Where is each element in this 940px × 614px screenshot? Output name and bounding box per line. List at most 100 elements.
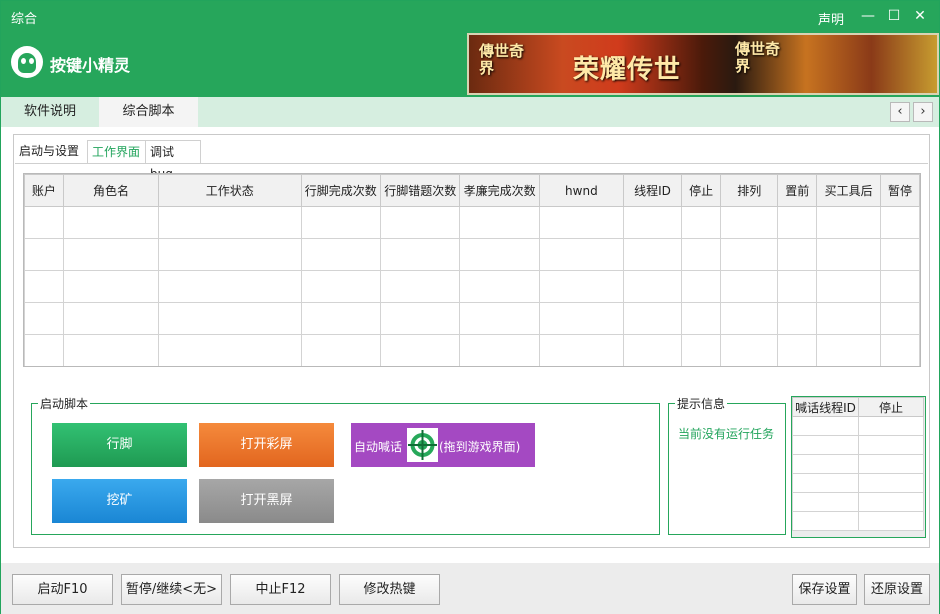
column-header[interactable]: hwnd bbox=[538, 174, 624, 207]
column-header[interactable]: 置前 bbox=[777, 174, 818, 207]
column-header[interactable]: 角色名 bbox=[62, 174, 160, 207]
table-row[interactable] bbox=[792, 416, 924, 436]
table-cell[interactable] bbox=[538, 206, 624, 239]
table-cell[interactable] bbox=[792, 511, 859, 531]
table-cell[interactable] bbox=[792, 435, 859, 455]
table-cell[interactable] bbox=[538, 270, 624, 303]
table-cell[interactable] bbox=[622, 302, 683, 335]
column-header[interactable]: 孝廉完成次数 bbox=[459, 174, 540, 207]
table-cell[interactable] bbox=[379, 302, 461, 335]
table-cell[interactable] bbox=[720, 334, 779, 366]
mine-button[interactable]: 挖矿 bbox=[52, 479, 187, 523]
column-header[interactable]: 喊话线程ID bbox=[792, 397, 859, 417]
column-header[interactable]: 工作状态 bbox=[158, 174, 302, 207]
table-cell[interactable] bbox=[459, 334, 540, 366]
edit-hotkey-button[interactable]: 修改热键 bbox=[339, 574, 440, 605]
table-cell[interactable] bbox=[158, 270, 302, 303]
table-cell[interactable] bbox=[300, 238, 381, 271]
subtab-work-view[interactable]: 工作界面 bbox=[87, 140, 146, 164]
column-header[interactable]: 账户 bbox=[24, 174, 64, 207]
shout-thread-grid[interactable]: 喊话线程ID 停止 bbox=[791, 396, 926, 538]
table-cell[interactable] bbox=[538, 334, 624, 366]
drag-target-handle[interactable] bbox=[407, 428, 438, 462]
table-row[interactable] bbox=[24, 238, 920, 271]
table-row[interactable] bbox=[24, 270, 920, 303]
table-cell[interactable] bbox=[858, 511, 924, 531]
table-cell[interactable] bbox=[816, 238, 882, 271]
table-cell[interactable] bbox=[459, 270, 540, 303]
table-cell[interactable] bbox=[62, 238, 160, 271]
table-cell[interactable] bbox=[858, 416, 924, 436]
table-cell[interactable] bbox=[622, 206, 683, 239]
table-cell[interactable] bbox=[300, 206, 381, 239]
declare-link[interactable]: 声明 bbox=[818, 9, 844, 28]
tab-next-button[interactable]: › bbox=[913, 102, 933, 122]
table-cell[interactable] bbox=[158, 334, 302, 366]
table-row[interactable] bbox=[24, 334, 920, 366]
pause-resume-button[interactable]: 暂停/继续<无> bbox=[121, 574, 222, 605]
save-settings-button[interactable]: 保存设置 bbox=[792, 574, 857, 605]
open-black-screen-button[interactable]: 打开黑屏 bbox=[199, 479, 334, 523]
restore-settings-button[interactable]: 还原设置 bbox=[864, 574, 930, 605]
table-cell[interactable] bbox=[24, 334, 64, 366]
table-cell[interactable] bbox=[300, 334, 381, 366]
table-cell[interactable] bbox=[792, 454, 859, 474]
table-cell[interactable] bbox=[792, 416, 859, 436]
table-cell[interactable] bbox=[622, 270, 683, 303]
tab-prev-button[interactable]: ‹ bbox=[890, 102, 910, 122]
table-cell[interactable] bbox=[24, 206, 64, 239]
column-header[interactable]: 排列 bbox=[720, 174, 779, 207]
table-cell[interactable] bbox=[300, 302, 381, 335]
stop-f12-button[interactable]: 中止F12 bbox=[230, 574, 331, 605]
column-header[interactable]: 暂停 bbox=[880, 174, 920, 207]
column-header[interactable]: 行脚错题次数 bbox=[379, 174, 461, 207]
table-cell[interactable] bbox=[816, 334, 882, 366]
table-cell[interactable] bbox=[681, 238, 722, 271]
table-cell[interactable] bbox=[300, 270, 381, 303]
table-cell[interactable] bbox=[622, 238, 683, 271]
column-header[interactable]: 停止 bbox=[681, 174, 722, 207]
table-cell[interactable] bbox=[459, 302, 540, 335]
table-cell[interactable] bbox=[379, 206, 461, 239]
table-cell[interactable] bbox=[681, 302, 722, 335]
table-cell[interactable] bbox=[681, 334, 722, 366]
table-cell[interactable] bbox=[880, 238, 920, 271]
table-cell[interactable] bbox=[777, 206, 818, 239]
table-cell[interactable] bbox=[379, 238, 461, 271]
table-row[interactable] bbox=[24, 302, 920, 335]
table-cell[interactable] bbox=[880, 334, 920, 366]
table-cell[interactable] bbox=[858, 492, 924, 512]
table-row[interactable] bbox=[792, 435, 924, 455]
table-cell[interactable] bbox=[858, 473, 924, 493]
table-cell[interactable] bbox=[792, 473, 859, 493]
table-row[interactable] bbox=[792, 511, 924, 531]
table-row[interactable] bbox=[792, 473, 924, 493]
table-cell[interactable] bbox=[720, 206, 779, 239]
table-row[interactable] bbox=[792, 454, 924, 474]
table-cell[interactable] bbox=[858, 435, 924, 455]
table-cell[interactable] bbox=[24, 302, 64, 335]
table-cell[interactable] bbox=[538, 302, 624, 335]
walk-button[interactable]: 行脚 bbox=[52, 423, 187, 467]
close-icon[interactable]: ✕ bbox=[909, 5, 931, 27]
ad-banner[interactable]: 傳世奇界 荣耀传世 傳世奇界 bbox=[467, 33, 939, 95]
table-cell[interactable] bbox=[24, 270, 64, 303]
table-cell[interactable] bbox=[622, 334, 683, 366]
table-cell[interactable] bbox=[880, 206, 920, 239]
table-cell[interactable] bbox=[720, 302, 779, 335]
table-cell[interactable] bbox=[62, 206, 160, 239]
table-cell[interactable] bbox=[777, 270, 818, 303]
table-cell[interactable] bbox=[158, 302, 302, 335]
tab-software-guide[interactable]: 软件说明 bbox=[1, 97, 99, 127]
table-cell[interactable] bbox=[681, 270, 722, 303]
table-cell[interactable] bbox=[62, 334, 160, 366]
open-color-screen-button[interactable]: 打开彩屏 bbox=[199, 423, 334, 467]
minimize-icon[interactable]: — bbox=[857, 5, 879, 27]
tab-combined-script[interactable]: 综合脚本 bbox=[99, 97, 198, 127]
table-row[interactable] bbox=[24, 206, 920, 239]
table-cell[interactable] bbox=[24, 238, 64, 271]
table-cell[interactable] bbox=[62, 302, 160, 335]
column-header[interactable]: 行脚完成次数 bbox=[300, 174, 381, 207]
maximize-icon[interactable]: ☐ bbox=[883, 5, 905, 27]
table-cell[interactable] bbox=[880, 302, 920, 335]
